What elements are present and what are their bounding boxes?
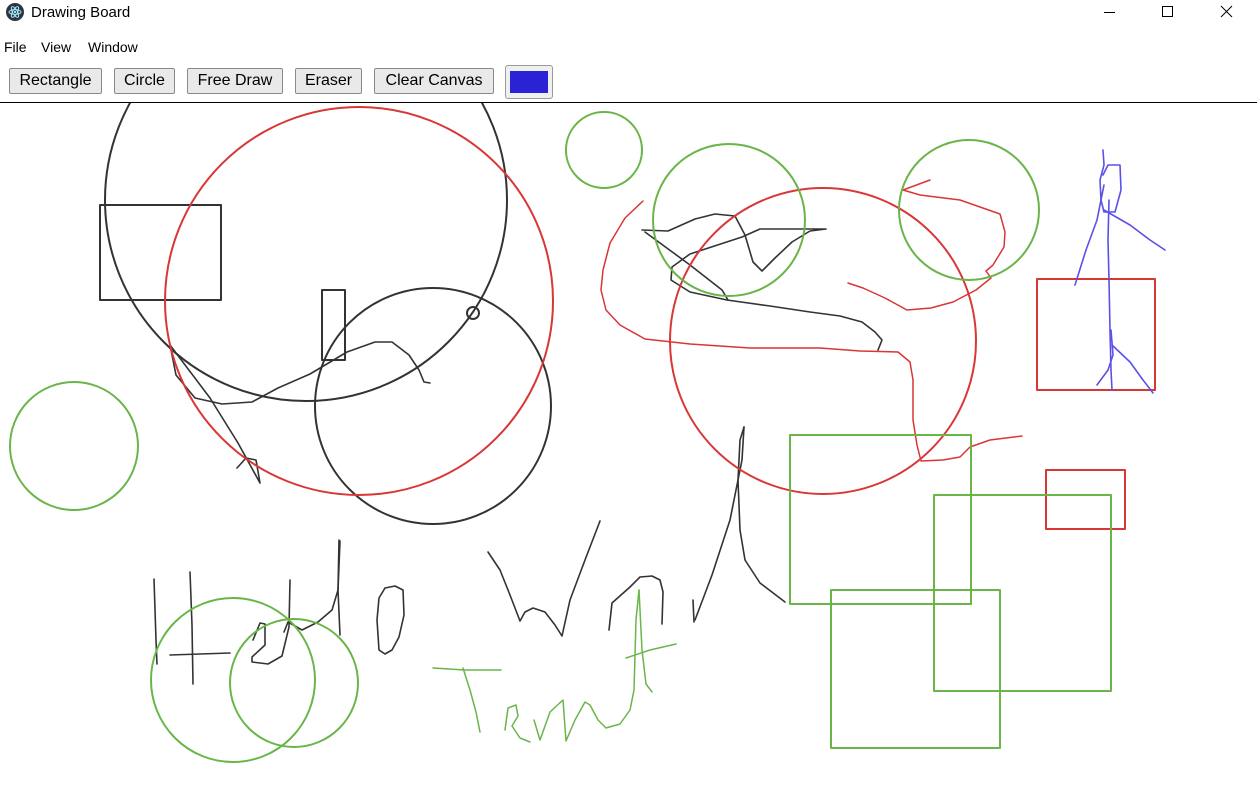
drawn-rectangle xyxy=(830,589,1001,749)
freehand-stroke xyxy=(600,200,1023,462)
drawn-circle xyxy=(229,618,359,748)
hello-stroke xyxy=(169,652,231,656)
stick-figure-stroke xyxy=(1103,209,1166,251)
eraser-button[interactable]: Eraser xyxy=(295,68,362,94)
text-stroke xyxy=(625,643,677,659)
electron-atom-icon xyxy=(6,3,24,21)
free-draw-button[interactable]: Free Draw xyxy=(187,68,283,94)
world-stroke xyxy=(487,520,601,637)
text-stroke xyxy=(533,589,640,742)
close-button[interactable] xyxy=(1204,0,1250,26)
drawn-rectangle xyxy=(1045,469,1126,530)
title-bar: Drawing Board xyxy=(0,0,1257,26)
freehand-stroke xyxy=(847,179,1006,311)
world-stroke xyxy=(692,599,695,623)
text-stroke xyxy=(462,667,481,733)
color-picker[interactable] xyxy=(505,65,553,99)
hello-stroke xyxy=(376,585,405,655)
text-stroke xyxy=(504,704,531,743)
toolbar: Rectangle Circle Free Draw Eraser Clear … xyxy=(0,64,1257,100)
drawn-rectangle xyxy=(321,289,346,361)
menu-window[interactable]: Window xyxy=(88,39,138,55)
maximize-button[interactable] xyxy=(1144,0,1190,26)
minimize-button[interactable] xyxy=(1087,0,1133,26)
maximize-icon xyxy=(1162,6,1173,17)
drawn-circle xyxy=(898,139,1040,281)
drawn-circle xyxy=(104,0,508,402)
hello-stroke xyxy=(189,571,194,685)
drawn-circle xyxy=(9,381,139,511)
stick-figure-stroke xyxy=(1111,344,1154,394)
menu-file[interactable]: File xyxy=(4,39,27,55)
freehand-stroke xyxy=(169,341,431,405)
drawn-circle xyxy=(150,597,316,763)
drawn-rectangle xyxy=(99,204,222,301)
clear-canvas-button[interactable]: Clear Canvas xyxy=(374,68,494,94)
hello-stroke xyxy=(251,579,291,665)
circle-button[interactable]: Circle xyxy=(114,68,175,94)
drawn-circle xyxy=(314,287,552,525)
close-icon xyxy=(1220,5,1233,18)
drawn-rectangle xyxy=(933,494,1112,692)
freehand-stroke xyxy=(737,426,786,603)
drawing-canvas[interactable] xyxy=(0,0,1257,790)
text-stroke xyxy=(432,667,502,671)
freehand-stroke xyxy=(641,213,883,351)
stick-figure-stroke xyxy=(1074,184,1105,286)
text-stroke xyxy=(638,589,653,693)
current-color-fill xyxy=(510,71,548,93)
stick-figure-stroke xyxy=(1099,149,1122,213)
rectangle-button[interactable]: Rectangle xyxy=(9,68,102,94)
freehand-stroke xyxy=(694,426,745,621)
window-title: Drawing Board xyxy=(31,4,131,21)
drawn-circle xyxy=(565,111,643,189)
drawn-circle xyxy=(164,106,554,496)
drawn-circle xyxy=(669,187,977,495)
freehand-stroke xyxy=(169,344,261,484)
minimize-icon xyxy=(1104,12,1115,13)
menu-view[interactable]: View xyxy=(41,39,71,55)
